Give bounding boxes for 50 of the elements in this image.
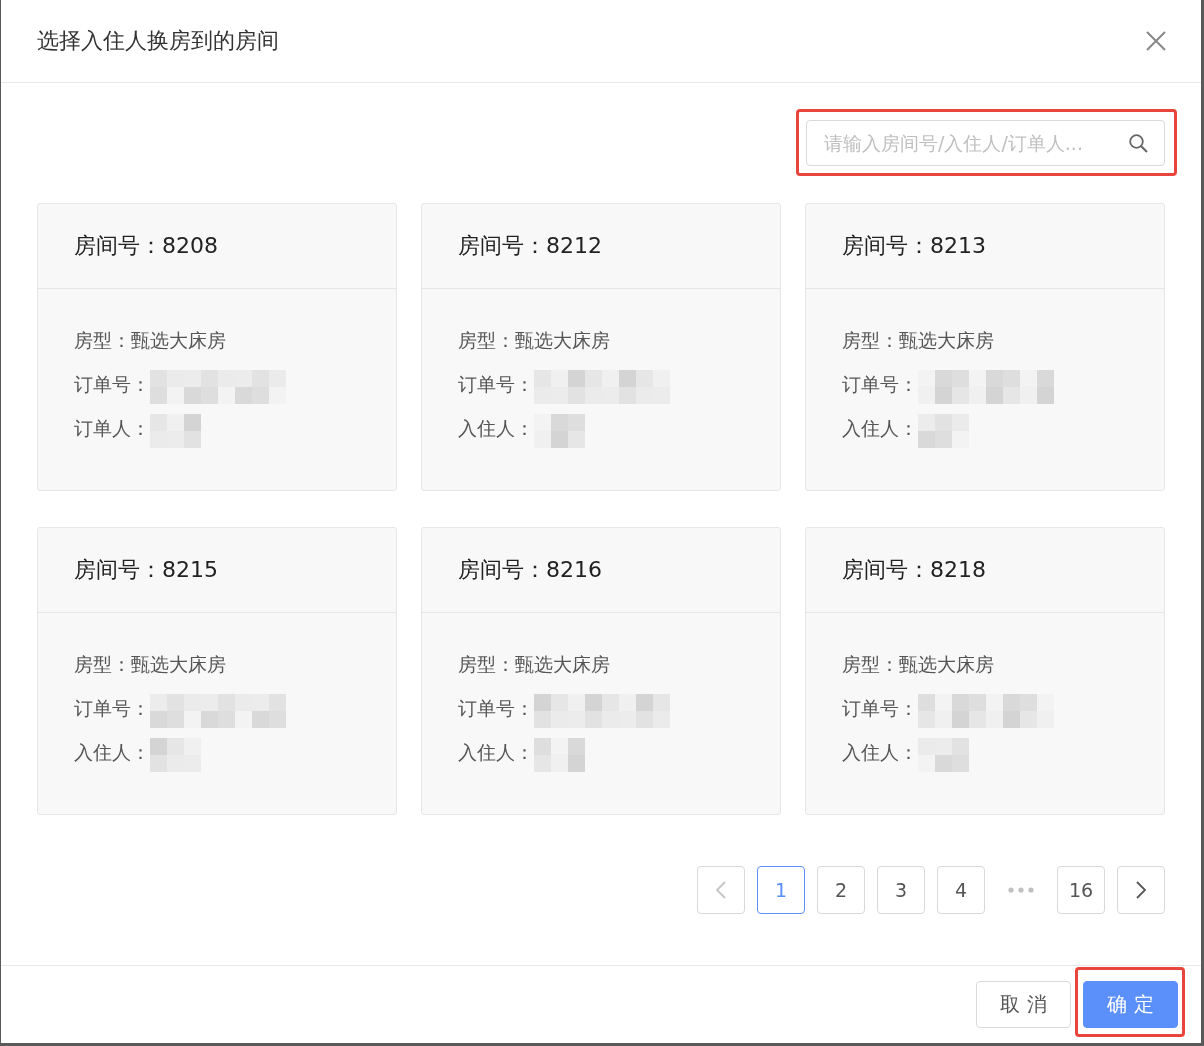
cancel-button[interactable]: 取 消 (976, 981, 1071, 1028)
field-value: 甄选大床房 (515, 652, 610, 677)
room-number: 房间号：8208 (74, 232, 218, 260)
field-label: 订单号： (458, 372, 534, 397)
page-button[interactable]: 2 (817, 866, 865, 914)
field-label: 订单人： (74, 416, 150, 441)
field-value: 甄选大床房 (899, 652, 994, 677)
room-card[interactable]: 房间号：8216 房型：甄选大床房 订单号： 入住人： (421, 527, 781, 815)
field-label: 房型： (74, 328, 131, 353)
search-icon (1129, 133, 1148, 153)
field-label: 订单号： (458, 696, 534, 721)
room-card[interactable]: 房间号：8218 房型：甄选大床房 订单号： 入住人： (805, 527, 1165, 815)
room-card[interactable]: 房间号：8212 房型：甄选大床房 订单号： 入住人： (421, 203, 781, 491)
room-number: 房间号：8215 (74, 556, 218, 584)
page-button[interactable]: 3 (877, 866, 925, 914)
room-number: 房间号：8213 (842, 232, 986, 260)
field-label: 房型： (842, 652, 899, 677)
field-value: 甄选大床房 (515, 328, 610, 353)
field-value: 甄选大床房 (131, 652, 226, 677)
next-page-button[interactable] (1117, 866, 1165, 914)
field-label: 入住人： (458, 740, 534, 765)
search-input[interactable]: 请输入房间号/入住人/订单人... (824, 128, 1123, 158)
dialog-title: 选择入住人换房到的房间 (37, 27, 279, 55)
room-card[interactable]: 房间号：8208 房型：甄选大床房 订单号： 订单人： (37, 203, 397, 491)
field-label: 订单号： (74, 372, 150, 397)
chevron-right-icon (1136, 881, 1146, 899)
room-card[interactable]: 房间号：8213 房型：甄选大床房 订单号： 入住人： (805, 203, 1165, 491)
room-number: 房间号：8218 (842, 556, 986, 584)
room-number: 房间号：8212 (458, 232, 602, 260)
field-label: 房型： (458, 328, 515, 353)
field-value: 甄选大床房 (899, 328, 994, 353)
field-label: 订单号： (74, 696, 150, 721)
field-value: 甄选大床房 (131, 328, 226, 353)
room-number: 房间号：8216 (458, 556, 602, 584)
page-button[interactable]: 4 (937, 866, 985, 914)
close-icon (1146, 31, 1166, 51)
field-label: 入住人： (842, 416, 918, 441)
search-field[interactable]: 请输入房间号/入住人/订单人... (806, 120, 1165, 166)
field-label: 房型： (74, 652, 131, 677)
page-button[interactable]: 16 (1057, 866, 1105, 914)
field-label: 房型： (842, 328, 899, 353)
field-label: 入住人： (842, 740, 918, 765)
field-label: 房型： (458, 652, 515, 677)
field-label: 入住人： (458, 416, 534, 441)
field-label: 入住人： (74, 740, 150, 765)
field-label: 订单号： (842, 696, 918, 721)
chevron-left-icon (716, 881, 726, 899)
field-label: 订单号： (842, 372, 918, 397)
ellipsis-icon (1008, 887, 1034, 893)
room-card[interactable]: 房间号：8215 房型：甄选大床房 订单号： 入住人： (37, 527, 397, 815)
